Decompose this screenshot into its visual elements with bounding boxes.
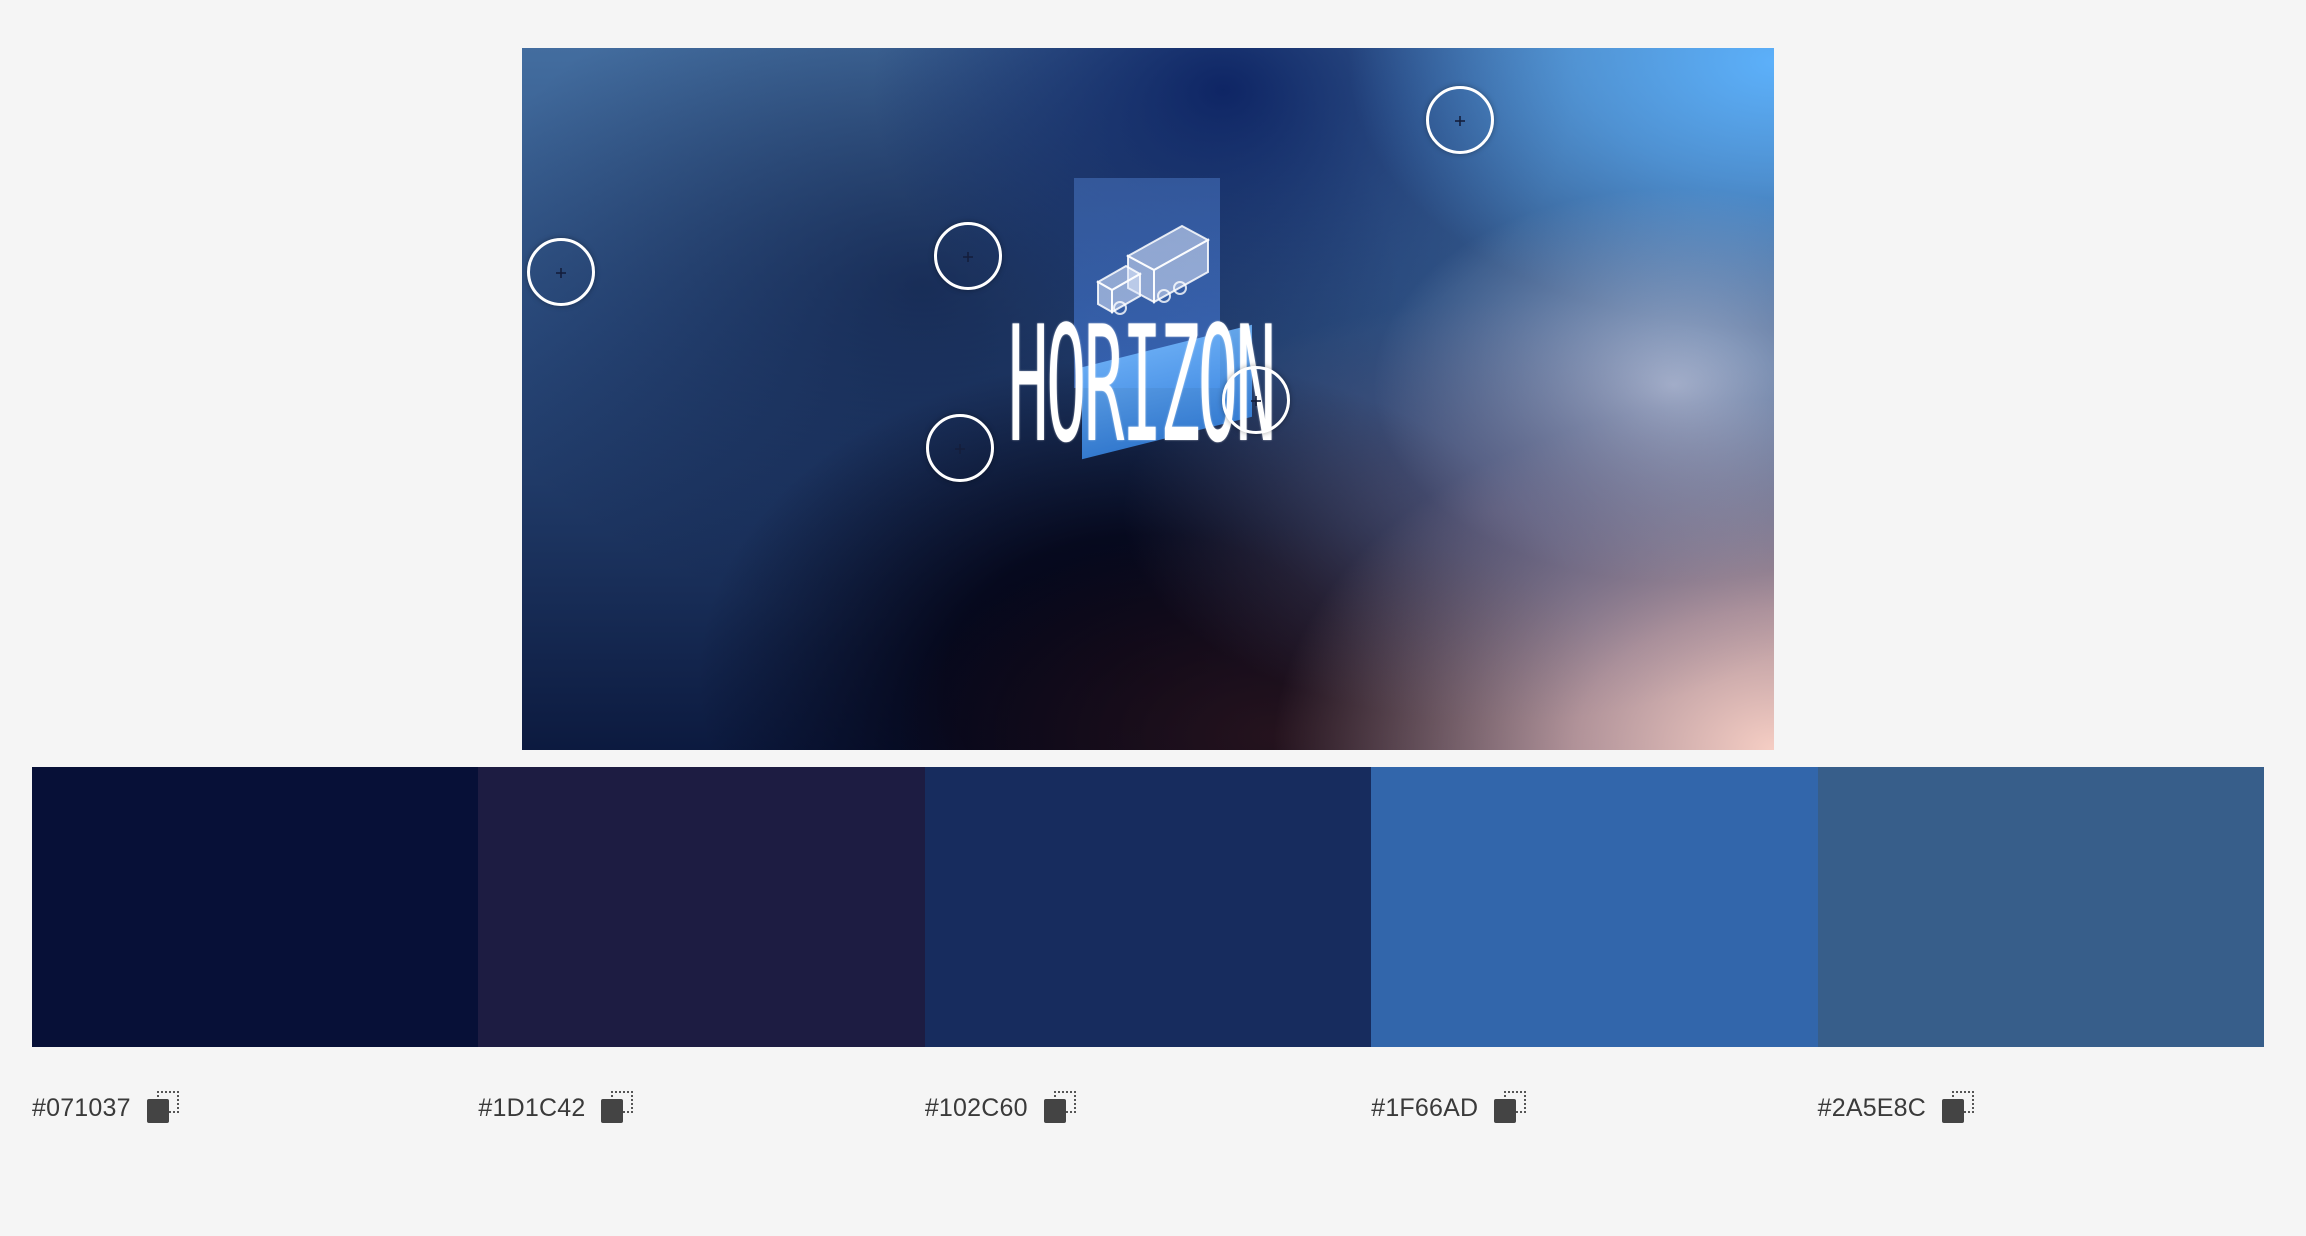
color-extract-page: HORIZON #071037 #1D1C42 #102C60 #1F66AD <box>0 0 2306 1236</box>
color-swatch[interactable] <box>924 767 1372 1047</box>
color-swatch[interactable] <box>478 767 925 1047</box>
hex-code[interactable]: #102C60 <box>925 1094 1028 1123</box>
color-swatch[interactable] <box>1371 767 1818 1047</box>
hex-code-item: #1F66AD <box>1371 1088 1817 1128</box>
hex-code-item: #102C60 <box>925 1088 1371 1128</box>
source-image[interactable]: HORIZON <box>522 48 1774 750</box>
copy-icon[interactable] <box>1494 1091 1528 1125</box>
copy-icon[interactable] <box>1043 1091 1078 1125</box>
copy-icon[interactable] <box>1942 1091 1976 1125</box>
color-picker-marker[interactable] <box>1426 86 1494 154</box>
hex-code[interactable]: #071037 <box>32 1094 131 1123</box>
color-picker-marker[interactable] <box>527 238 595 306</box>
copy-icon[interactable] <box>146 1091 181 1125</box>
copy-icon[interactable] <box>601 1091 635 1125</box>
color-swatch[interactable] <box>1817 767 2265 1047</box>
color-swatch[interactable] <box>32 767 479 1047</box>
hex-code-item: #2A5E8C <box>1818 1088 2264 1128</box>
color-picker-marker[interactable] <box>1222 366 1290 434</box>
hex-code[interactable]: #1D1C42 <box>478 1094 585 1123</box>
color-picker-marker[interactable] <box>926 414 994 482</box>
color-picker-marker[interactable] <box>934 222 1002 290</box>
logo: HORIZON <box>522 48 1774 750</box>
hex-codes: #071037 #1D1C42 #102C60 #1F66AD #2A5E8C <box>32 1088 2264 1128</box>
palette-swatches <box>32 767 2265 1047</box>
hex-code[interactable]: #2A5E8C <box>1818 1094 1926 1123</box>
logo-text: HORIZON <box>1008 305 1276 465</box>
hex-code-item: #1D1C42 <box>478 1088 924 1128</box>
hex-code[interactable]: #1F66AD <box>1371 1094 1478 1123</box>
hex-code-item: #071037 <box>32 1088 478 1128</box>
